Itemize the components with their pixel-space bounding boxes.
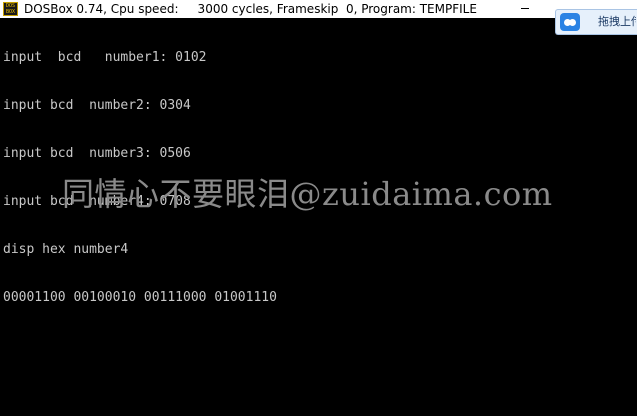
watermark: 同情心不要眼泪@zuidaima.com bbox=[62, 175, 553, 213]
console-line: disp hex number4 bbox=[3, 242, 129, 257]
cloud-upload-tab[interactable]: 拖拽上传 bbox=[555, 9, 637, 35]
window-title: DOSBox 0.74, Cpu speed: 3000 cycles, Fra… bbox=[24, 2, 477, 16]
cloud-upload-label: 拖拽上传 bbox=[598, 15, 636, 28]
minimize-button[interactable] bbox=[513, 0, 537, 18]
console-line: input bcd number3: 0506 bbox=[3, 146, 191, 161]
console-line: 00001100 00100010 00111000 01001110 bbox=[3, 290, 277, 305]
console-line: input bcd number2: 0304 bbox=[3, 98, 191, 113]
console-line: input bcd number1: 0102 bbox=[3, 50, 207, 65]
title-bar[interactable]: DOS BOX DOSBox 0.74, Cpu speed: 3000 cyc… bbox=[0, 0, 637, 18]
cloud-icon bbox=[560, 13, 580, 31]
dosbox-window: DOS BOX DOSBox 0.74, Cpu speed: 3000 cyc… bbox=[0, 0, 637, 416]
dosbox-icon[interactable]: DOS BOX bbox=[3, 2, 18, 16]
